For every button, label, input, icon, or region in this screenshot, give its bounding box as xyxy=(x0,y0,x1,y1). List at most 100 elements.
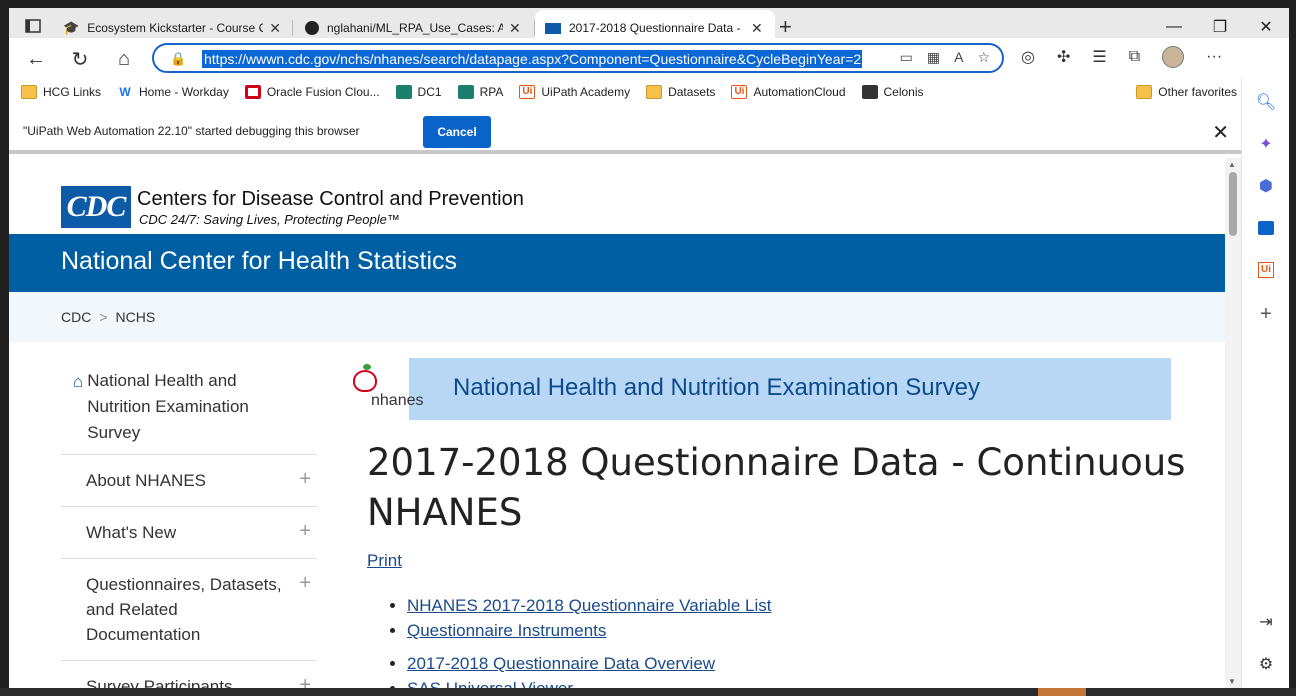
list-item: NHANES 2017-2018 Questionnaire Variable … xyxy=(407,593,771,618)
variable-list-link[interactable]: NHANES 2017-2018 Questionnaire Variable … xyxy=(407,596,771,615)
nav-home-label: National Health and Nutrition Examinatio… xyxy=(87,371,249,442)
profile-avatar[interactable] xyxy=(1162,46,1185,68)
breadcrumb-cdc[interactable]: CDC xyxy=(61,309,91,325)
folder-icon xyxy=(1136,85,1153,99)
favorite-label: DC1 xyxy=(417,85,442,99)
nchs-banner: National Center for Health Statistics xyxy=(9,234,1225,292)
favorite-oracle[interactable]: Oracle Fusion Clou... xyxy=(244,85,380,99)
uipath-icon: Ui xyxy=(731,85,748,99)
new-tab-button[interactable]: + xyxy=(779,14,792,40)
tab-close-icon[interactable]: ✕ xyxy=(269,20,281,37)
taskbar-app-indicator[interactable] xyxy=(1038,688,1086,696)
favorite-label: Celonis xyxy=(883,85,924,99)
scrollbar-thumb[interactable] xyxy=(1229,172,1237,236)
other-favorites[interactable]: Other favorites xyxy=(1136,85,1237,99)
nav-about-nhanes[interactable]: About NHANES + xyxy=(61,455,317,507)
favorite-uipath-academy[interactable]: Ui UiPath Academy xyxy=(519,85,630,99)
address-bar-actions: ▭ ▦ A ☆ xyxy=(900,49,990,66)
tab-close-icon[interactable]: ✕ xyxy=(509,20,521,37)
settings-gear-icon[interactable]: ⚙ xyxy=(1254,652,1278,676)
tab-close-icon[interactable]: ✕ xyxy=(751,20,763,37)
questionnaire-instruments-link[interactable]: Questionnaire Instruments xyxy=(407,621,606,640)
lock-icon[interactable]: 🔒 xyxy=(170,51,186,67)
uipath-icon: Ui xyxy=(519,85,536,99)
address-bar[interactable]: 🔒 https://wwwn.cdc.gov/nchs/nhanes/searc… xyxy=(152,43,1004,73)
collections-icon[interactable]: ⧉ xyxy=(1129,48,1140,66)
favorite-hcg-links[interactable]: HCG Links xyxy=(21,85,101,99)
expand-plus-icon[interactable]: + xyxy=(299,467,311,492)
list-item: 2017-2018 Questionnaire Data Overview xyxy=(407,651,771,676)
search-icon[interactable]: 🔍︎ xyxy=(1254,90,1278,114)
folder-icon xyxy=(21,85,37,99)
favorite-label: HCG Links xyxy=(43,85,102,99)
favorite-celonis[interactable]: Celonis xyxy=(861,85,924,99)
nav-home-nhanes[interactable]: ⌂ National Health and Nutrition Examinat… xyxy=(61,368,317,455)
nav-label: About NHANES xyxy=(86,471,206,490)
favorite-workday[interactable]: W Home - Workday xyxy=(117,85,229,99)
cancel-debug-button[interactable]: Cancel xyxy=(423,116,491,148)
web-page: CDC Centers for Disease Control and Prev… xyxy=(9,158,1225,688)
add-favorite-icon[interactable]: ☆ xyxy=(977,49,990,66)
breadcrumb-nchs[interactable]: NCHS xyxy=(116,309,156,325)
sas-viewer-link[interactable]: SAS Universal Viewer xyxy=(407,679,573,688)
nav-questionnaires-datasets[interactable]: Questionnaires, Datasets, and Related Do… xyxy=(61,559,317,661)
print-link[interactable]: Print xyxy=(367,551,402,571)
list-item: SAS Universal Viewer xyxy=(407,676,771,688)
extensions-icon[interactable]: ✣ xyxy=(1057,47,1070,67)
page-scrollbar[interactable]: ▲ ▼ xyxy=(1225,158,1241,688)
expand-plus-icon[interactable]: + xyxy=(299,519,311,544)
nhanes-logo[interactable]: nhanes xyxy=(349,364,439,412)
nav-whats-new[interactable]: What's New + xyxy=(61,507,317,559)
breadcrumb-separator: > xyxy=(99,309,108,325)
workday-icon: W xyxy=(119,85,131,99)
close-infobar-icon[interactable]: ✕ xyxy=(1212,120,1229,145)
expand-plus-icon[interactable]: + xyxy=(299,571,311,596)
tab-actions-button[interactable] xyxy=(21,14,45,38)
favorites-icon[interactable]: ☰ xyxy=(1092,47,1106,67)
url-text[interactable]: https://wwwn.cdc.gov/nchs/nhanes/search/… xyxy=(202,50,862,68)
github-icon xyxy=(305,21,319,35)
favorite-dc1[interactable]: DC1 xyxy=(395,85,442,99)
copilot-icon[interactable]: ✦ xyxy=(1254,132,1278,156)
favorite-label: UiPath Academy xyxy=(541,85,631,99)
read-aloud-icon[interactable]: A xyxy=(954,49,963,66)
qr-code-icon[interactable]: ▦ xyxy=(927,49,940,66)
favorite-rpa[interactable]: RPA xyxy=(457,85,503,99)
add-sidebar-app-icon[interactable]: + xyxy=(1254,302,1278,326)
celonis-icon xyxy=(861,85,878,99)
scroll-down-icon[interactable]: ▼ xyxy=(1228,677,1236,686)
back-arrow-icon[interactable]: ← xyxy=(23,46,49,72)
window-left-edge xyxy=(0,0,9,696)
browser-tools: ◎ ✣ ☰ ⧉ ··· xyxy=(1021,46,1222,68)
data-overview-link[interactable]: 2017-2018 Questionnaire Data Overview xyxy=(407,654,715,673)
favorite-label: Oracle Fusion Clou... xyxy=(266,85,380,99)
edge-sidebar: 🔍︎ ✦ ⬢ Ui + ⇥ ⚙ xyxy=(1241,78,1289,688)
leaf-icon xyxy=(363,364,371,370)
oracle-icon xyxy=(244,85,261,99)
refresh-icon[interactable]: ↻ xyxy=(67,46,93,72)
nhanes-banner-title: National Health and Nutrition Examinatio… xyxy=(453,374,980,401)
outlook-icon[interactable] xyxy=(1254,216,1278,240)
breadcrumb: CDC > NCHS xyxy=(9,292,1225,342)
expand-plus-icon[interactable]: + xyxy=(299,673,311,688)
resource-links: NHANES 2017-2018 Questionnaire Variable … xyxy=(389,593,771,688)
more-menu-icon[interactable]: ··· xyxy=(1206,48,1222,66)
cdc-name[interactable]: Centers for Disease Control and Preventi… xyxy=(137,188,524,211)
favorite-datasets[interactable]: Datasets xyxy=(646,85,715,99)
shopping-icon[interactable]: ⬢ xyxy=(1254,174,1278,198)
favorite-label: Home - Workday xyxy=(139,85,229,99)
nchs-title[interactable]: National Center for Health Statistics xyxy=(61,247,457,276)
hide-sidebar-icon[interactable]: ⇥ xyxy=(1254,610,1278,634)
nav-survey-participants[interactable]: Survey Participants + xyxy=(61,661,317,688)
scroll-up-icon[interactable]: ▲ xyxy=(1228,160,1236,169)
uipath-icon[interactable]: Ui xyxy=(1254,258,1278,282)
tracking-icon[interactable]: ◎ xyxy=(1021,47,1035,67)
browser-window: 🎓 Ecosystem Kickstarter - Course C ✕ ngl… xyxy=(9,0,1289,688)
app-available-icon[interactable]: ▭ xyxy=(900,49,913,66)
favorite-automationcloud[interactable]: Ui AutomationCloud xyxy=(731,85,846,99)
cdc-favicon-icon xyxy=(545,22,561,34)
dc-icon xyxy=(395,85,412,99)
home-icon[interactable]: ⌂ xyxy=(111,46,137,72)
cdc-logo[interactable]: CDC xyxy=(61,186,131,228)
taskbar-strip xyxy=(0,688,1296,696)
